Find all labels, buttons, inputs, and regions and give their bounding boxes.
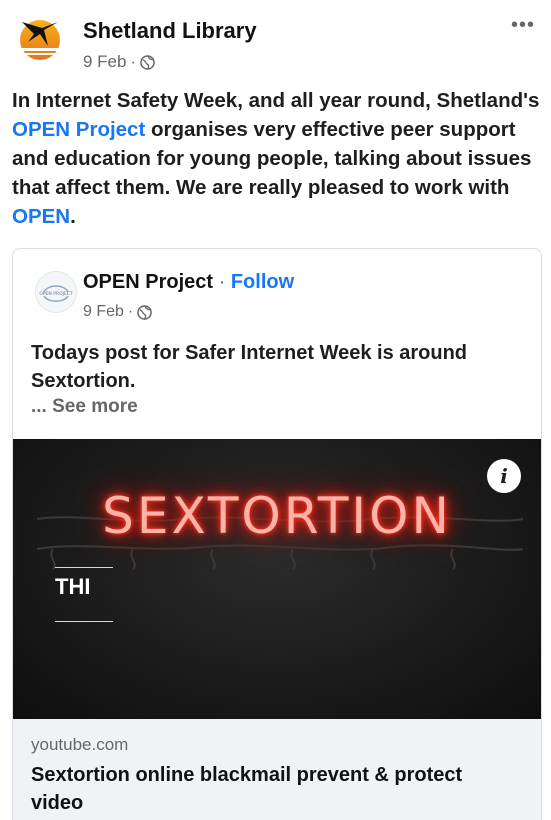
neon-wire-decoration — [36, 516, 524, 570]
avatar-text: OPEN PROJECT — [39, 291, 73, 297]
shared-post-header: OPEN PROJECT OPEN Project · Follow 9 Feb… — [13, 249, 541, 329]
post-date[interactable]: 9 Feb — [83, 52, 126, 72]
meta-separator: · — [130, 52, 137, 71]
shared-author-line: OPEN Project · Follow — [83, 271, 294, 294]
shared-author-name[interactable]: OPEN Project — [83, 271, 213, 293]
more-options-button[interactable]: ••• — [511, 15, 535, 35]
facebook-post: Shetland Library 9 Feb · ••• In Internet… — [0, 0, 551, 820]
video-thumbnail[interactable]: SEXTORTION THI i — [13, 439, 541, 719]
video-label: THI — [55, 574, 91, 599]
shared-meta-separator: · — [127, 303, 134, 320]
globe-icon — [140, 54, 155, 70]
author-avatar[interactable] — [14, 12, 66, 64]
link-preview[interactable]: youtube.com Sextortion online blackmail … — [13, 719, 541, 820]
library-logo-icon — [20, 20, 60, 60]
shared-post-date[interactable]: 9 Feb — [83, 303, 124, 321]
shared-author-avatar[interactable]: OPEN PROJECT — [35, 271, 77, 313]
label-line-top — [55, 567, 113, 568]
globe-icon — [137, 304, 153, 320]
shared-post-text: Todays post for Safer Internet Week is a… — [31, 342, 468, 392]
follow-button[interactable]: Follow — [231, 271, 294, 293]
post-body-text: In Internet Safety Week, and all year ro… — [12, 86, 542, 231]
post-header: Shetland Library 9 Feb · ••• — [14, 12, 537, 74]
see-more-link[interactable]: ... See more — [31, 396, 138, 418]
open-project-logo-icon: OPEN PROJECT — [39, 285, 73, 302]
post-text-part3: . — [70, 205, 76, 228]
open-link[interactable]: OPEN — [12, 205, 70, 228]
shared-post-meta: 9 Feb · — [83, 303, 153, 321]
link-title[interactable]: Sextortion online blackmail prevent & pr… — [31, 761, 511, 817]
author-follow-separator: · — [213, 271, 231, 293]
author-name[interactable]: Shetland Library — [83, 18, 257, 44]
shared-post-card[interactable]: OPEN PROJECT OPEN Project · Follow 9 Feb… — [12, 248, 542, 820]
label-line-bottom — [55, 621, 113, 622]
post-text-part1: In Internet Safety Week, and all year ro… — [12, 89, 540, 112]
info-icon[interactable]: i — [487, 459, 521, 493]
link-domain: youtube.com — [31, 735, 129, 754]
open-project-link[interactable]: OPEN Project — [12, 118, 145, 141]
post-meta: 9 Feb · — [83, 52, 155, 72]
neon-title: SEXTORTION — [102, 487, 452, 545]
